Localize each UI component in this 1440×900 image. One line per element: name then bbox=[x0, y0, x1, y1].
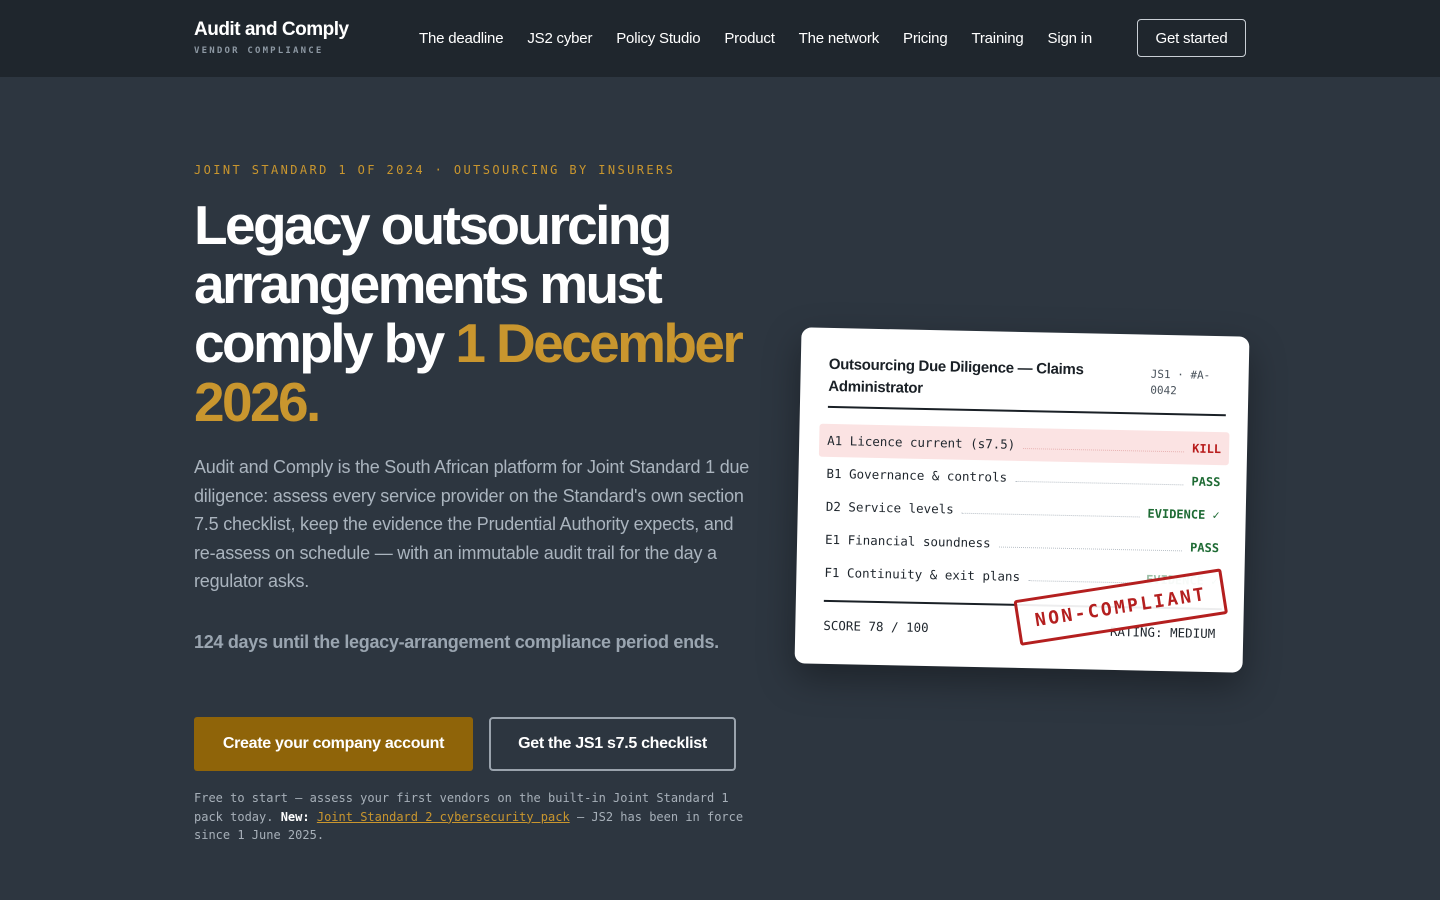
row-status: PASS bbox=[1191, 474, 1221, 489]
nav-link-training[interactable]: Training bbox=[971, 30, 1023, 47]
row-label: B1 Governance & controls bbox=[826, 465, 1008, 485]
top-navbar: Audit and Comply VENDOR COMPLIANCE The d… bbox=[0, 0, 1440, 77]
js2-pack-link[interactable]: Joint Standard 2 cybersecurity pack bbox=[317, 810, 570, 824]
due-diligence-card: Outsourcing Due Diligence — Claims Admin… bbox=[794, 327, 1250, 673]
card-divider-top bbox=[827, 405, 1226, 417]
row-label: A1 Licence current (s7.5) bbox=[827, 432, 1016, 452]
brand-name: Audit and Comply bbox=[194, 19, 349, 40]
row-leader bbox=[1023, 448, 1185, 453]
card-score: SCORE 78 / 100 bbox=[823, 617, 929, 636]
nav-link-the-network[interactable]: The network bbox=[799, 30, 880, 47]
row-status: PASS bbox=[1189, 540, 1220, 555]
hero-eyebrow: JOINT STANDARD 1 OF 2024 · OUTSOURCING B… bbox=[194, 163, 676, 177]
nav-links: The deadline JS2 cyber Policy Studio Pro… bbox=[419, 0, 1116, 77]
brand-tagline: VENDOR COMPLIANCE bbox=[194, 46, 324, 56]
row-leader bbox=[961, 512, 1140, 518]
row-label: F1 Continuity & exit plans bbox=[824, 564, 1021, 584]
nav-link-product[interactable]: Product bbox=[724, 30, 774, 47]
brand[interactable]: Audit and Comply VENDOR COMPLIANCE bbox=[194, 18, 349, 56]
card-reference: JS1 · #A-0042 bbox=[1150, 367, 1211, 398]
row-leader bbox=[1015, 480, 1184, 486]
checklist-rows: A1 Licence current (s7.5) KILL B1 Govern… bbox=[816, 423, 1230, 598]
nav-link-js2-cyber[interactable]: JS2 cyber bbox=[527, 30, 592, 47]
hero-description: Audit and Comply is the South African pl… bbox=[194, 457, 750, 592]
nav-link-policy-studio[interactable]: Policy Studio bbox=[616, 30, 700, 47]
hero-fineprint: Free to start — assess your first vendor… bbox=[194, 789, 754, 845]
nav-link-pricing[interactable]: Pricing bbox=[903, 30, 948, 47]
hero-headline: Legacy outsourcing arrangements must com… bbox=[194, 196, 754, 432]
card-title: Outsourcing Due Diligence — Claims Admin… bbox=[828, 355, 1084, 397]
deadline-countdown: 124 days until the legacy-arrangement co… bbox=[194, 632, 719, 652]
row-status: KILL bbox=[1192, 441, 1222, 456]
row-status: EVIDENCE ✓ bbox=[1147, 506, 1220, 522]
row-leader bbox=[998, 546, 1183, 552]
fineprint-new-label: New: bbox=[280, 809, 310, 824]
create-account-button[interactable]: Create your company account bbox=[194, 717, 473, 771]
get-checklist-button[interactable]: Get the JS1 s7.5 checklist bbox=[489, 717, 736, 771]
row-label: D2 Service levels bbox=[825, 498, 954, 517]
get-started-button[interactable]: Get started bbox=[1137, 19, 1246, 57]
row-label: E1 Financial soundness bbox=[824, 531, 991, 551]
nav-link-sign-in[interactable]: Sign in bbox=[1048, 30, 1093, 47]
nav-link-the-deadline[interactable]: The deadline bbox=[419, 30, 504, 47]
